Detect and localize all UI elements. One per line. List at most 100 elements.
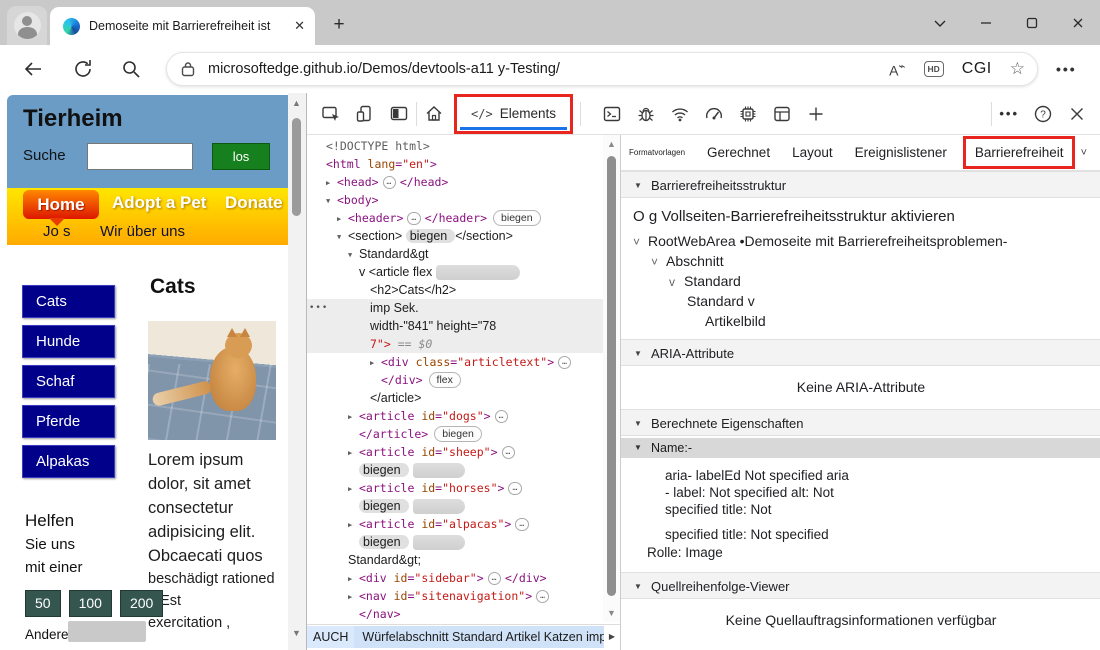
page-search-input[interactable] [87, 143, 193, 170]
chevron-down-icon[interactable]: ˅ [1081, 147, 1087, 159]
collapse-icon[interactable]: ▼ [337, 228, 348, 245]
donate-amount-100[interactable]: 100 [68, 590, 112, 617]
devtools-more-icon[interactable]: ••• [999, 106, 1019, 121]
dom-tree-row[interactable]: ▶ <article id="alpacas">… [307, 515, 603, 533]
ellipsis-pill-icon[interactable]: … [487, 572, 501, 585]
network-conditions-icon[interactable] [670, 104, 690, 124]
expand-icon[interactable]: ▶ [326, 174, 337, 191]
donation-other-input[interactable] [68, 621, 146, 642]
dom-tree-row[interactable]: </article> [307, 389, 603, 407]
expand-icon[interactable]: ▶ [348, 480, 359, 497]
animal-button-hunde[interactable]: Hunde [22, 325, 115, 358]
hd-badge-icon[interactable]: HD [923, 61, 944, 77]
donate-amount-200[interactable]: 200 [119, 590, 164, 617]
dom-tree-row[interactable]: </div> flex [307, 371, 603, 389]
scroll-up-icon[interactable]: ▲ [607, 139, 616, 149]
chevron-icon[interactable]: ˅ [633, 232, 648, 251]
dom-tree-row[interactable]: width-"841" height="78 [307, 317, 603, 335]
dom-tree-row[interactable]: biegen [307, 497, 603, 515]
expand-icon[interactable]: ▶ [348, 408, 359, 425]
dom-tree-row[interactable]: 7"> == $0 [307, 335, 603, 353]
dom-tree-row[interactable]: ▼ <body> [307, 191, 603, 209]
nav-item-wir-ber-uns[interactable]: Wir über uns [100, 223, 185, 240]
help-icon[interactable]: ? [1033, 104, 1053, 124]
animal-button-cats[interactable]: Cats [22, 285, 115, 318]
dom-tree-row[interactable]: ▼ Standard&gt [307, 245, 603, 263]
nav-item-adopt-a-pet[interactable]: Adopt a Pet [112, 193, 206, 213]
dom-tree-row[interactable]: biegen [307, 461, 603, 479]
home-icon[interactable] [424, 104, 444, 124]
collapse-icon[interactable]: ▼ [326, 192, 337, 209]
scroll-down-icon[interactable]: ▼ [292, 628, 301, 638]
dom-tree-row[interactable]: <h2>Cats</h2> [307, 281, 603, 299]
animal-button-alpakas[interactable]: Alpakas [22, 445, 115, 478]
scroll-up-icon[interactable]: ▲ [292, 98, 301, 108]
expand-icon[interactable]: ▶ [337, 210, 348, 227]
computed-name-row[interactable]: ▼ Name:- [621, 438, 1100, 458]
breadcrumb-next-icon[interactable]: ▶ [604, 632, 620, 641]
search-icon[interactable] [120, 58, 142, 80]
more-tools-plus-icon[interactable] [806, 104, 826, 124]
ellipsis-pill-icon[interactable]: … [501, 446, 515, 459]
dom-tree-row[interactable]: v <article flex [307, 263, 603, 281]
tab-elements[interactable]: </> Elements [454, 93, 573, 134]
section-computed-properties[interactable]: ▼ Berechnete Eigenschaften [621, 409, 1100, 436]
collapse-icon[interactable]: ▼ [348, 246, 359, 263]
address-bar[interactable]: microsoftedge.github.io/Demos/devtools-a… [166, 52, 1038, 86]
tab-close-icon[interactable]: ✕ [294, 18, 305, 34]
back-icon[interactable] [22, 58, 44, 80]
new-tab-button[interactable]: + [328, 14, 350, 36]
layout-badge[interactable]: biegen [434, 426, 482, 442]
page-scrollbar[interactable]: ▲ ▼ [288, 93, 306, 650]
dom-tree-row[interactable]: ▶ <article id="horses">… [307, 479, 603, 497]
read-aloud-icon[interactable]: A⌁ [889, 59, 905, 79]
expand-icon[interactable]: ▶ [348, 588, 359, 605]
a11y-node-rootwebarea[interactable]: ˅ RootWebArea •Demoseite mit Barrierefrei… [621, 231, 1100, 251]
tab-ereignislistener[interactable]: Ereignislistener [855, 145, 947, 160]
scrollbar-thumb[interactable] [607, 156, 616, 596]
url-text[interactable]: microsoftedge.github.io/Demos/devtools-a… [208, 61, 889, 77]
expand-icon[interactable]: ▶ [348, 516, 359, 533]
tab-barrierefreiheit[interactable]: Barrierefreiheit [962, 136, 1076, 169]
dom-tree-row[interactable]: </nav> [307, 605, 603, 623]
nav-item-home[interactable]: Home [23, 190, 99, 226]
tab-gerechnet[interactable]: Gerechnet [707, 145, 770, 160]
memory-icon[interactable] [738, 104, 758, 124]
ellipsis-pill-icon[interactable]: … [508, 482, 522, 495]
section-source-order[interactable]: ▼ Quellreihenfolge-Viewer [621, 572, 1100, 599]
dom-tree-row[interactable]: </article> biegen [307, 425, 603, 443]
chevron-icon[interactable]: v [669, 272, 684, 291]
ellipsis-pill-icon[interactable]: … [407, 212, 421, 225]
lock-icon[interactable] [181, 61, 195, 77]
dom-tree-row[interactable]: ▶ <div id="sidebar">… </div> [307, 569, 603, 587]
ellipsis-pill-icon[interactable]: … [536, 590, 550, 603]
ellipsis-pill-icon[interactable]: … [515, 518, 529, 531]
expand-icon[interactable]: ▶ [348, 444, 359, 461]
tab-layout[interactable]: Layout [792, 145, 833, 160]
layout-badge[interactable]: biegen [493, 210, 541, 226]
expand-icon[interactable]: ▶ [370, 354, 381, 371]
issues-bug-icon[interactable] [636, 104, 656, 124]
dom-tree-row[interactable]: ▶ <head>… </head> [307, 173, 603, 191]
donate-amount-50[interactable]: 50 [25, 590, 61, 617]
elements-scrollbar[interactable]: ▲ ▼ [603, 135, 620, 622]
scroll-down-icon[interactable]: ▼ [607, 608, 616, 618]
a11y-node-standard[interactable]: v Standard [621, 271, 1100, 291]
minimize-icon[interactable] [978, 15, 994, 31]
device-emulation-icon[interactable] [355, 104, 375, 124]
dom-tree-row[interactable]: ▶ <article id="sheep">… [307, 443, 603, 461]
ellipsis-pill-icon[interactable]: … [382, 176, 396, 189]
maximize-icon[interactable] [1024, 15, 1040, 31]
breadcrumb-root[interactable]: AUCH [307, 625, 355, 648]
tab-formatvorlagen[interactable]: Formatvorlagen [629, 148, 685, 157]
layout-badge[interactable]: flex [428, 372, 461, 388]
dom-tree-row[interactable]: ▶ <div class="articletext">… [307, 353, 603, 371]
section-aria-attributes[interactable]: ▼ ARIA-Attribute [621, 339, 1100, 366]
dom-tree-row[interactable]: ▼ <section> biegen </section> [307, 227, 603, 245]
expand-icon[interactable]: ▶ [348, 570, 359, 587]
section-accessibility-tree[interactable]: ▼ Barrierefreiheitsstruktur [621, 171, 1100, 198]
breadcrumb-selected[interactable]: Würfelabschnitt Standard Artikel Katzen … [354, 625, 604, 648]
chevron-icon[interactable]: ˅ [651, 252, 666, 271]
dom-tree-row[interactable]: ••• imp Sek. [307, 299, 603, 317]
browser-tab[interactable]: Demoseite mit Barrierefreiheit ist ✕ [50, 7, 315, 45]
